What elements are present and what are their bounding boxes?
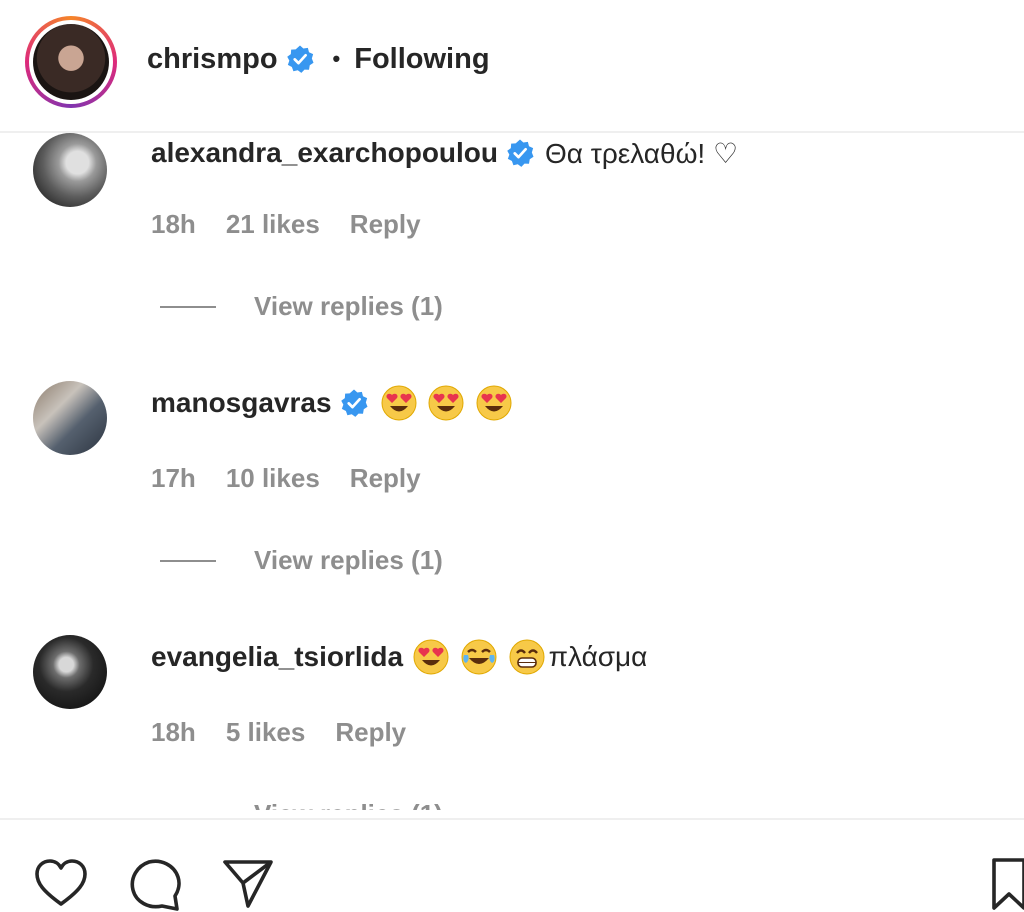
comment-avatar[interactable] xyxy=(33,133,107,207)
comment-text: πλάσμα xyxy=(548,641,648,672)
post-header: chrismpo • Following xyxy=(0,0,1024,133)
replies-divider xyxy=(160,305,216,308)
reply-button[interactable]: Reply xyxy=(350,209,421,240)
comment-avatar[interactable] xyxy=(33,381,107,455)
grinning-emoji-icon xyxy=(509,639,545,675)
post-actions-bar xyxy=(0,818,1024,911)
comment-username[interactable]: alexandra_exarchopoulou xyxy=(151,137,498,169)
comment-emojis xyxy=(413,639,549,675)
following-button[interactable]: Following xyxy=(354,43,489,76)
heart-eyes-emoji-icon xyxy=(381,385,417,421)
profile-avatar[interactable] xyxy=(33,24,109,100)
comment-username[interactable]: evangelia_tsiorlida xyxy=(151,641,403,673)
verified-badge-icon xyxy=(286,45,314,73)
view-replies-button[interactable]: View replies (1) xyxy=(160,291,443,322)
header-separator: • xyxy=(332,46,341,71)
verified-badge-icon xyxy=(507,139,534,167)
view-replies-label: View replies (1) xyxy=(254,291,443,321)
comment-emojis xyxy=(381,385,517,421)
view-replies-button[interactable]: View replies (1) xyxy=(160,545,443,576)
heart-icon[interactable] xyxy=(33,856,89,912)
view-replies-button[interactable]: View replies (1) xyxy=(160,799,443,810)
header-username[interactable]: chrismpo xyxy=(147,43,278,76)
comment-time[interactable]: 17h xyxy=(151,463,196,494)
replies-divider xyxy=(160,559,216,562)
comment-icon[interactable] xyxy=(127,856,183,912)
tears-of-joy-emoji-icon xyxy=(461,639,497,675)
comment-time[interactable]: 18h xyxy=(151,717,196,748)
comment-avatar[interactable] xyxy=(33,635,107,709)
comment-text: Θα τρελαθώ! ♡ xyxy=(545,137,739,169)
reply-button[interactable]: Reply xyxy=(350,463,421,494)
comment-line: alexandra_exarchopoulou Θα τρελαθώ! ♡ xyxy=(151,133,738,173)
comment-meta: 17h 10 likes Reply xyxy=(151,463,451,494)
profile-avatar-story-ring[interactable] xyxy=(25,16,117,108)
comments-list[interactable]: alexandra_exarchopoulou Θα τρελαθώ! ♡ 18… xyxy=(0,133,1024,810)
comment-meta: 18h 5 likes Reply xyxy=(151,717,436,748)
comment-time[interactable]: 18h xyxy=(151,209,196,240)
heart-eyes-emoji-icon xyxy=(413,639,449,675)
verified-badge-icon xyxy=(340,389,368,417)
view-replies-label: View replies (1) xyxy=(254,799,443,810)
heart-eyes-emoji-icon xyxy=(428,385,464,421)
comment-username[interactable]: manosgavras xyxy=(151,387,332,419)
comment-likes[interactable]: 21 likes xyxy=(226,209,320,240)
comment-line: evangelia_tsiorlida πλάσμα xyxy=(151,637,647,677)
comment-line: manosgavras xyxy=(151,383,516,423)
comment-likes[interactable]: 10 likes xyxy=(226,463,320,494)
share-icon[interactable] xyxy=(220,856,276,912)
comment-meta: 18h 21 likes Reply xyxy=(151,209,451,240)
bookmark-icon[interactable] xyxy=(988,856,1024,912)
heart-eyes-emoji-icon xyxy=(476,385,512,421)
header-user-line: chrismpo • Following xyxy=(147,40,490,78)
reply-button[interactable]: Reply xyxy=(335,717,406,748)
view-replies-label: View replies (1) xyxy=(254,545,443,575)
comment-likes[interactable]: 5 likes xyxy=(226,717,306,748)
